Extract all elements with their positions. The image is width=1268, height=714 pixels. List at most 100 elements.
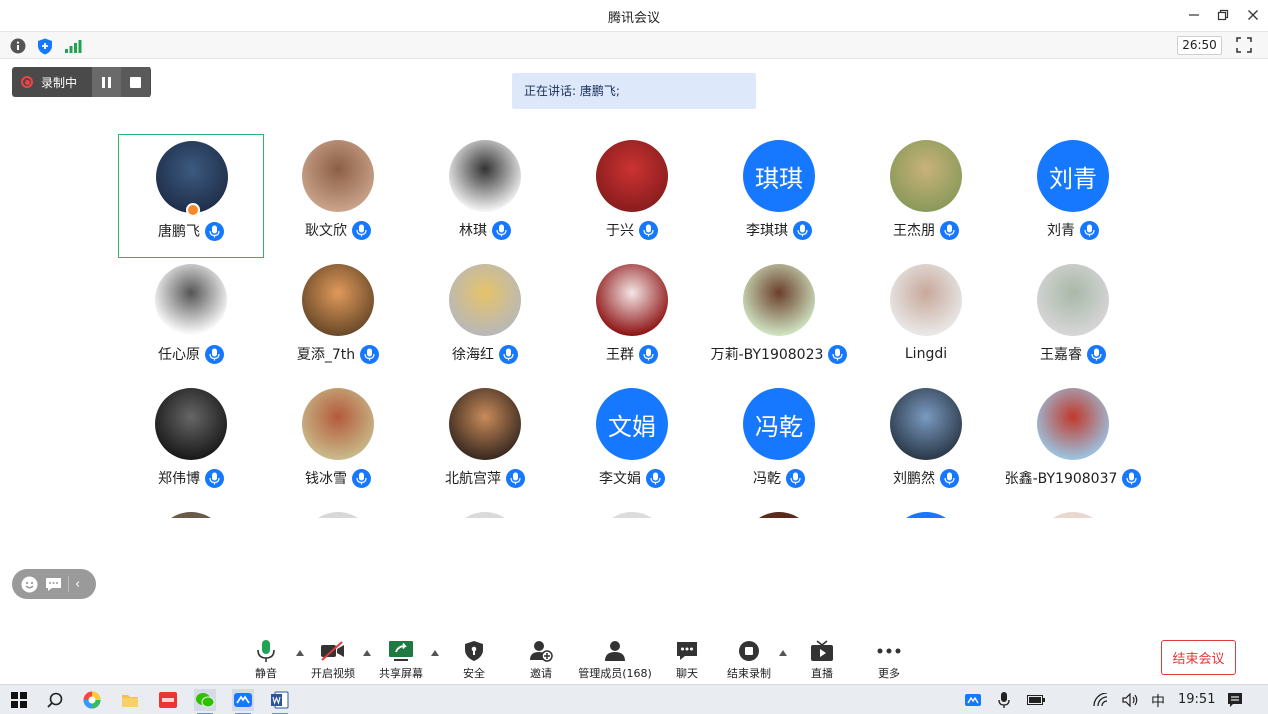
participant-tile[interactable]: 北航宫萍 (412, 382, 558, 506)
wifi-icon (1093, 693, 1108, 707)
taskbar-clock[interactable]: 19:51 (1178, 692, 1215, 707)
os-taskbar: 中 19:51 (0, 684, 1268, 714)
caret-up-icon (363, 650, 371, 656)
participant-name-row: 张鑫-BY1908037 (1000, 468, 1146, 488)
search-icon (47, 692, 63, 708)
tray-wifi[interactable] (1090, 689, 1112, 711)
participant-name: 林琪 (459, 223, 487, 239)
participant-tile[interactable]: 任心原 (118, 258, 264, 382)
network-status-button[interactable] (64, 37, 82, 55)
end-meeting-button[interactable]: 结束会议 (1161, 640, 1236, 675)
participant-tile[interactable]: Lingdi (853, 258, 999, 382)
taskbar-tencent-meeting[interactable] (232, 689, 254, 714)
participant-name-row: 林琪 (412, 220, 558, 240)
participant-tile[interactable]: 文娟 李文娟 (559, 382, 705, 506)
participant-tile[interactable]: 王嘉睿 (1000, 258, 1146, 382)
recording-label: 录制中 (41, 75, 78, 90)
participant-tile[interactable]: 林琪 (412, 134, 558, 258)
participant-avatar-partial (596, 512, 668, 518)
share-screen-button[interactable]: 共享屏幕 (378, 638, 424, 682)
microphone-icon (352, 468, 371, 488)
participant-name: 钱冰雪 (305, 471, 347, 487)
audio-options-caret[interactable] (294, 648, 306, 658)
participant-tile[interactable]: 刘鹏然 (853, 382, 999, 506)
security-status-button[interactable] (36, 37, 54, 55)
minimize-button[interactable] (1181, 4, 1207, 26)
taskbar-wechat[interactable] (194, 689, 216, 714)
divider (68, 576, 69, 592)
participant-name-row: 郑伟博 (118, 468, 264, 488)
tray-microphone[interactable] (993, 689, 1015, 711)
invite-button[interactable]: 邀请 (528, 638, 554, 682)
taskbar-app-red[interactable] (157, 689, 179, 711)
participant-tile[interactable]: 万莉-BY1908023 (706, 258, 852, 382)
meeting-info-bar: 26:50 (0, 31, 1268, 59)
taskbar-file-explorer[interactable] (119, 689, 141, 711)
microphone-icon (205, 344, 224, 364)
taskbar-browser[interactable] (81, 689, 103, 711)
participant-tile[interactable]: 琪琪 李琪琪 (706, 134, 852, 258)
ime-indicator[interactable]: 中 (1151, 691, 1165, 711)
microphone-icon (940, 220, 959, 240)
fullscreen-button[interactable] (1236, 37, 1254, 55)
tray-tencent-meeting[interactable] (962, 689, 984, 711)
collapse-chevron-icon[interactable]: ‹ (75, 577, 80, 592)
mute-button[interactable]: 静音 (253, 638, 279, 682)
avatar (155, 264, 227, 336)
video-options-caret[interactable] (361, 648, 373, 658)
participant-tile[interactable]: 夏添_7th (265, 258, 411, 382)
recording-options-caret[interactable] (777, 648, 789, 658)
restore-button[interactable] (1210, 4, 1236, 26)
start-video-button[interactable]: 开启视频 (310, 638, 356, 682)
tray-volume[interactable] (1120, 689, 1142, 711)
stop-recording-button[interactable] (121, 67, 150, 97)
window-title: 腾讯会议 (607, 11, 660, 26)
security-button[interactable]: 安全 (461, 638, 487, 682)
avatar: 文娟 (596, 388, 668, 460)
participant-tile[interactable]: 徐海红 (412, 258, 558, 382)
live-button[interactable]: 直播 (809, 638, 835, 682)
taskbar-word[interactable] (269, 689, 291, 714)
participant-tile[interactable]: 王杰朋 (853, 134, 999, 258)
emoji-button[interactable] (20, 575, 38, 593)
close-button[interactable] (1240, 4, 1266, 26)
pause-recording-button[interactable] (92, 67, 121, 97)
emoji-icon (21, 576, 37, 592)
more-button[interactable]: 更多 (876, 638, 902, 682)
participant-name-row: 耿文欣 (265, 220, 411, 240)
participant-name-row: 冯乾 (706, 468, 852, 488)
microphone-tray-icon (998, 692, 1010, 708)
taskbar-search-button[interactable] (44, 689, 66, 711)
participant-tile[interactable]: 于兴 (559, 134, 705, 258)
microphone-icon (253, 638, 279, 664)
share-options-caret[interactable] (429, 648, 441, 658)
participant-name: 万莉-BY1908023 (710, 347, 824, 363)
end-recording-button[interactable]: 结束录制 (726, 638, 772, 682)
participant-tile[interactable]: 耿文欣 (265, 134, 411, 258)
manage-members-button[interactable]: 管理成员(168) (578, 638, 652, 682)
avatar (890, 388, 962, 460)
participant-tile[interactable]: 王群 (559, 258, 705, 382)
info-icon (10, 38, 26, 54)
quick-chat-button[interactable] (44, 575, 62, 593)
participant-name: 刘鹏然 (893, 471, 935, 487)
microphone-icon (499, 344, 518, 364)
action-center-button[interactable] (1224, 689, 1246, 711)
participant-tile[interactable]: 钱冰雪 (265, 382, 411, 506)
start-button[interactable] (8, 689, 30, 711)
microphone-icon (1122, 468, 1142, 488)
avatar (1037, 264, 1109, 336)
meeting-info-button[interactable] (9, 37, 27, 55)
participant-tile[interactable]: 刘青 刘青 (1000, 134, 1146, 258)
participant-tile[interactable]: 郑伟博 (118, 382, 264, 506)
participant-tile[interactable]: 张鑫-BY1908037 (1000, 382, 1146, 506)
tray-battery[interactable] (1025, 689, 1047, 711)
participant-tile[interactable]: 唐鹏飞 (118, 134, 264, 258)
minimize-icon (1189, 14, 1199, 16)
chat-button[interactable]: 聊天 (674, 638, 700, 682)
participant-name: 王嘉睿 (1040, 347, 1082, 363)
chat-bubble-icon (45, 577, 61, 591)
participant-name: Lingdi (904, 346, 948, 362)
members-icon (602, 638, 628, 664)
participant-tile[interactable]: 冯乾 冯乾 (706, 382, 852, 506)
